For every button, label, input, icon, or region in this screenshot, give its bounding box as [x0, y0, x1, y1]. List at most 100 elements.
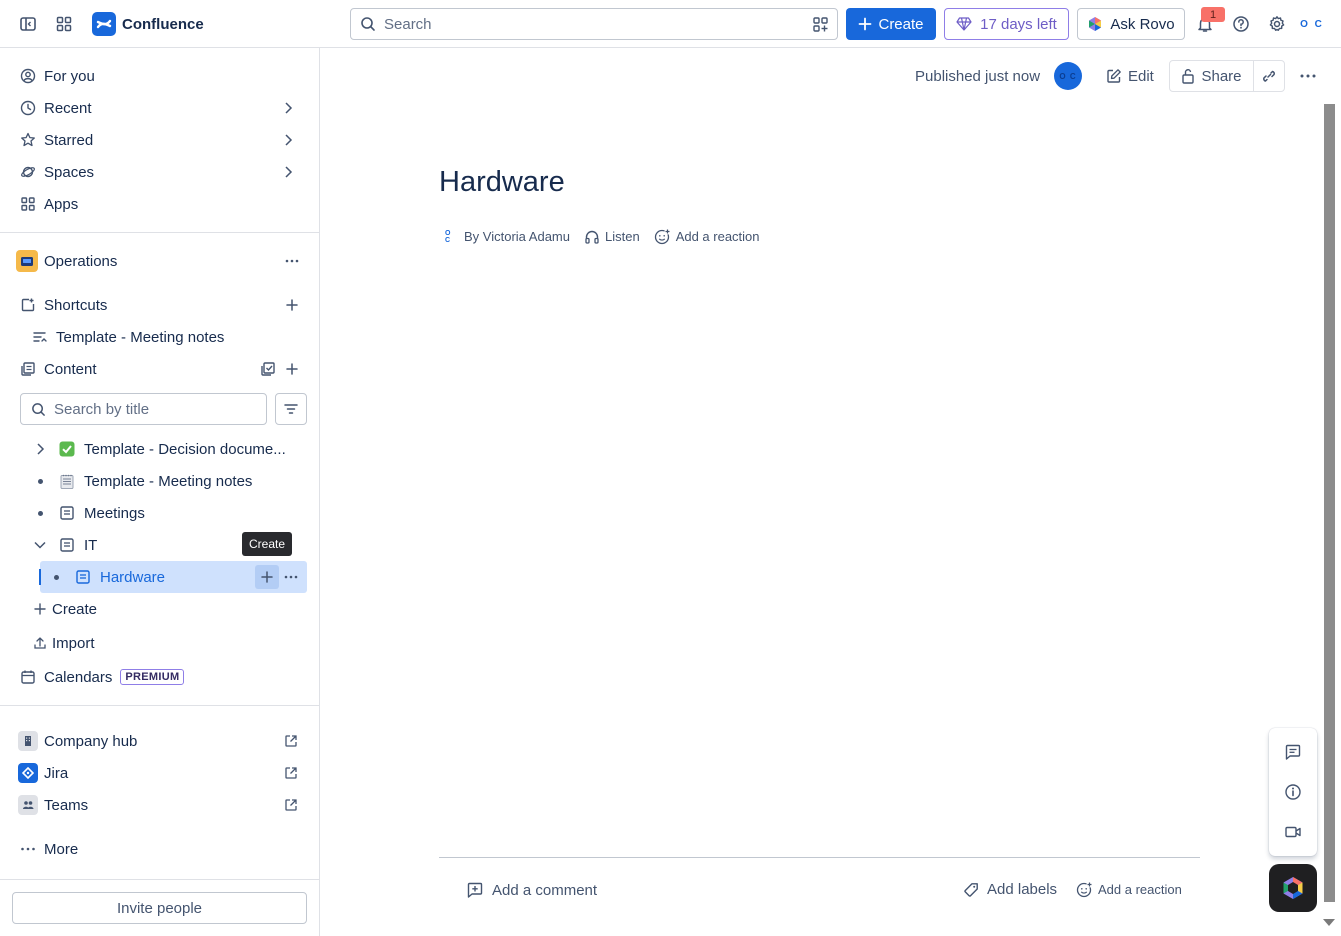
app-label: Teams	[44, 796, 89, 814]
comment-add-icon	[467, 882, 483, 898]
user-avatar[interactable]: O C	[1298, 12, 1326, 36]
sidebar-divider	[0, 232, 319, 233]
sidebar: For you Recent Starred Spaces Apps Opera…	[0, 48, 320, 936]
page-more-actions-icon[interactable]	[279, 565, 303, 589]
people-icon	[18, 795, 38, 815]
meeting-notes-icon	[32, 329, 48, 345]
sidebar-divider	[0, 879, 319, 880]
search-placeholder: Search	[384, 15, 432, 33]
diamond-icon	[956, 17, 972, 31]
tree-item-decision-doc[interactable]: Template - Decision docume...	[28, 433, 308, 465]
app-switcher-icon[interactable]	[50, 10, 78, 38]
sidebar-item-more[interactable]: More	[12, 833, 308, 865]
add-reaction-button[interactable]: Add a reaction	[654, 228, 760, 245]
confluence-logo[interactable]: Confluence	[92, 12, 204, 36]
sidebar-item-label: For you	[44, 67, 95, 85]
space-more-actions-icon[interactable]	[284, 253, 300, 269]
page-icon	[74, 568, 92, 586]
share-button-group: Share	[1169, 60, 1285, 92]
sidebar-item-calendars[interactable]: Calendars PREMIUM	[12, 661, 308, 693]
sidebar-toggle-icon[interactable]	[14, 10, 42, 38]
tree-item-meetings[interactable]: Meetings	[28, 497, 308, 529]
apps-grid-icon	[20, 196, 36, 212]
invite-people-button[interactable]: Invite people	[12, 892, 307, 924]
tag-icon	[964, 882, 978, 897]
sidebar-item-for-you[interactable]: For you	[12, 60, 308, 92]
pencil-icon	[1107, 69, 1121, 83]
add-child-page-icon[interactable]	[255, 565, 279, 589]
content-label: Content	[44, 360, 97, 378]
contributor-avatar[interactable]: O C	[1054, 62, 1082, 90]
listen-label: Listen	[604, 229, 640, 244]
video-record-icon[interactable]	[1279, 818, 1307, 846]
tree-create-label: Create	[52, 600, 98, 618]
space-operations[interactable]: Operations	[12, 245, 308, 277]
headphones-icon	[585, 230, 599, 244]
listen-button[interactable]: Listen	[584, 229, 640, 245]
sidebar-item-starred[interactable]: Starred	[12, 124, 308, 156]
edit-button[interactable]: Edit	[1102, 60, 1158, 92]
tree-item-label: Template - Decision docume...	[84, 440, 286, 458]
trial-days-left-button[interactable]: 17 days left	[944, 8, 1069, 40]
tree-create-button[interactable]: Create	[28, 593, 308, 625]
sidebar-item-shortcuts[interactable]: Shortcuts	[12, 289, 308, 321]
chevron-right-icon	[282, 133, 294, 147]
building-icon	[18, 731, 38, 751]
sidebar-item-content[interactable]: Content	[12, 353, 308, 385]
scrollbar-thumb[interactable]	[1324, 104, 1335, 902]
help-icon[interactable]	[1227, 10, 1255, 38]
info-icon[interactable]	[1279, 778, 1307, 806]
add-reaction-label: Add a reaction	[675, 229, 760, 244]
tree-item-label: Template - Meeting notes	[84, 472, 253, 490]
ask-rovo-button[interactable]: Ask Rovo	[1077, 8, 1185, 40]
sidebar-item-apps[interactable]: Apps	[12, 188, 308, 220]
add-shortcut-icon[interactable]	[284, 297, 300, 313]
sidebar-item-teams[interactable]: Teams	[12, 789, 308, 821]
more-actions-icon[interactable]	[1294, 62, 1322, 90]
rovo-icon	[1089, 17, 1102, 31]
tree-import-button[interactable]: Import	[28, 627, 308, 659]
sidebar-item-label: Recent	[44, 99, 92, 117]
search-by-title-placeholder: Search by title	[54, 400, 150, 418]
shortcut-item-label: Template - Meeting notes	[56, 328, 225, 346]
copy-link-icon[interactable]	[1254, 61, 1284, 91]
add-content-icon[interactable]	[284, 361, 300, 377]
settings-gear-icon[interactable]	[1263, 10, 1291, 38]
sidebar-item-jira[interactable]: Jira	[12, 757, 308, 789]
calendars-label: Calendars	[44, 668, 113, 686]
shortcut-icon	[20, 297, 36, 313]
sidebar-item-company-hub[interactable]: Company hub	[12, 725, 308, 757]
apps-search-icon[interactable]	[812, 16, 829, 33]
app-label: Company hub	[44, 732, 138, 750]
unlock-icon	[1182, 69, 1195, 84]
sidebar-item-spaces[interactable]: Spaces	[12, 156, 308, 188]
chevron-right-icon[interactable]	[28, 442, 52, 456]
author-byline[interactable]: O C By Victoria Adamu	[445, 229, 570, 244]
bullet	[37, 510, 43, 516]
share-button[interactable]: Share	[1170, 61, 1254, 91]
search-icon	[32, 402, 45, 416]
filter-button[interactable]	[275, 393, 307, 425]
shortcut-item-meeting-notes[interactable]: Template - Meeting notes	[24, 321, 308, 353]
add-labels-button[interactable]: Add labels	[963, 881, 1057, 898]
scroll-down-arrow-icon[interactable]	[1322, 917, 1336, 927]
more-label: More	[44, 840, 79, 858]
rovo-chat-button[interactable]	[1269, 864, 1317, 912]
clock-icon	[20, 100, 36, 116]
search-by-title-input[interactable]: Search by title	[20, 393, 267, 425]
add-comment-button[interactable]: Add a comment	[466, 881, 597, 899]
bulk-select-icon[interactable]	[260, 361, 276, 377]
top-navigation-bar: Confluence Search Create 17 days left As…	[0, 0, 1341, 48]
calendar-icon	[20, 669, 36, 685]
tree-import-label: Import	[52, 634, 95, 652]
sidebar-item-recent[interactable]: Recent	[12, 92, 308, 124]
create-button[interactable]: Create	[846, 8, 936, 40]
chevron-down-icon[interactable]	[28, 539, 52, 551]
app-name: Confluence	[122, 15, 204, 33]
filter-icon	[284, 404, 298, 414]
page-title[interactable]: Hardware	[439, 166, 565, 199]
global-search-input[interactable]: Search	[350, 8, 838, 40]
footer-add-reaction-button[interactable]: Add a reaction	[1076, 881, 1182, 898]
comments-panel-icon[interactable]	[1279, 738, 1307, 766]
tree-item-meeting-notes-template[interactable]: Template - Meeting notes	[28, 465, 308, 497]
